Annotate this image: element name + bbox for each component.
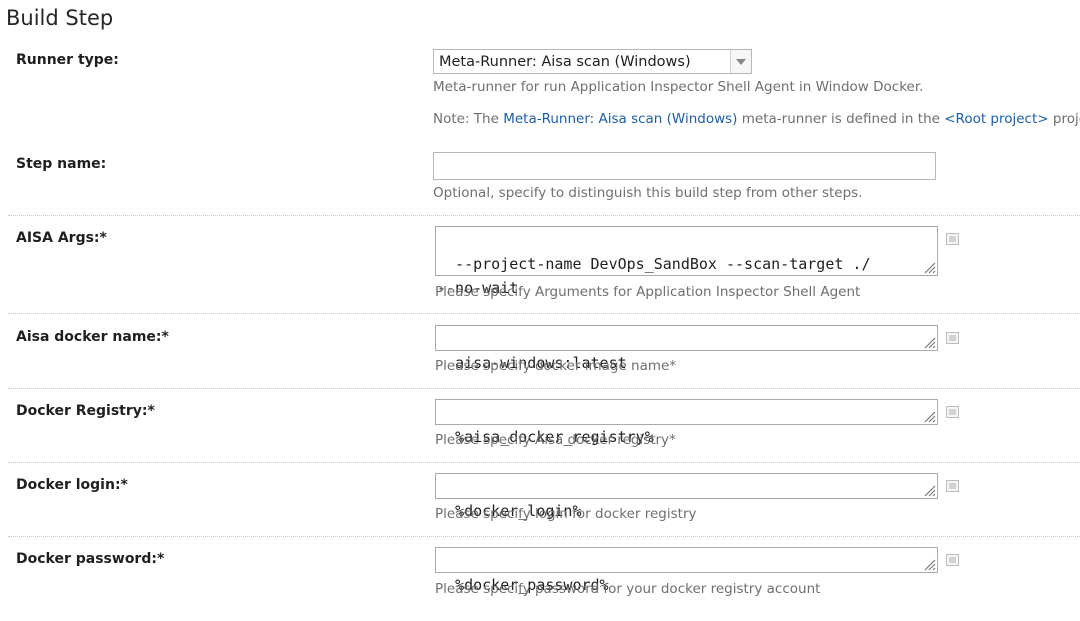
page-title: Build Step: [6, 6, 114, 30]
docker-password-label: Docker password:*: [16, 551, 165, 567]
divider: [8, 313, 1080, 314]
docker-registry-label: Docker Registry:*: [16, 403, 155, 419]
aisa-args-textarea[interactable]: --project-name DevOps_SandBox --scan-tar…: [435, 226, 938, 297]
note-middle: meta-runner is defined in the: [737, 111, 945, 127]
docker-password-textarea[interactable]: %docker_password%: [435, 547, 938, 594]
aisa-args-hint: Please specify Arguments for Application…: [435, 284, 861, 300]
resize-grip-icon[interactable]: [922, 260, 936, 274]
chevron-down-icon[interactable]: [730, 50, 751, 73]
runner-type-description: Meta-runner for run Application Inspecto…: [433, 79, 924, 95]
edit-parameter-icon[interactable]: [946, 332, 959, 344]
docker-registry-textarea[interactable]: %aisa_docker_registry%: [435, 399, 938, 446]
runner-type-selected: Meta-Runner: Aisa scan (Windows): [439, 54, 691, 70]
docker-login-textarea[interactable]: %docker_login%: [435, 473, 938, 520]
edit-parameter-icon[interactable]: [946, 554, 959, 566]
note-suffix: project.: [1052, 111, 1080, 127]
runner-type-select[interactable]: Meta-Runner: Aisa scan (Windows): [433, 49, 752, 74]
root-project-link[interactable]: <Root project>: [944, 111, 1048, 127]
runner-type-note: Note: The Meta-Runner: Aisa scan (Window…: [433, 111, 1080, 127]
docker-password-hint: Please specify password for your docker …: [435, 581, 821, 597]
divider: [8, 388, 1080, 389]
docker-login-label: Docker login:*: [16, 477, 128, 493]
step-name-label: Step name:: [16, 156, 107, 172]
docker-registry-hint: Please specify Aisa docker registry*: [435, 432, 676, 448]
resize-grip-icon[interactable]: [922, 483, 936, 497]
resize-grip-icon[interactable]: [922, 335, 936, 349]
docker-name-hint: Please specify docker image name*: [435, 358, 677, 374]
edit-parameter-icon[interactable]: [946, 406, 959, 418]
step-name-input[interactable]: [433, 152, 936, 180]
docker-name-textarea[interactable]: aisa-windows:latest: [435, 325, 938, 372]
resize-grip-icon[interactable]: [922, 557, 936, 571]
docker-name-label: Aisa docker name:*: [16, 329, 169, 345]
edit-parameter-icon[interactable]: [946, 480, 959, 492]
divider: [8, 215, 1080, 216]
aisa-args-label: AISA Args:*: [16, 230, 107, 246]
edit-parameter-icon[interactable]: [946, 233, 959, 245]
step-name-hint: Optional, specify to distinguish this bu…: [433, 185, 863, 201]
resize-grip-icon[interactable]: [922, 409, 936, 423]
meta-runner-link[interactable]: Meta-Runner: Aisa scan (Windows): [503, 111, 737, 127]
divider: [8, 536, 1080, 537]
runner-type-label: Runner type:: [16, 52, 119, 68]
docker-login-hint: Please specify login for docker registry: [435, 506, 697, 522]
note-prefix: Note: The: [433, 111, 504, 127]
divider: [8, 462, 1080, 463]
